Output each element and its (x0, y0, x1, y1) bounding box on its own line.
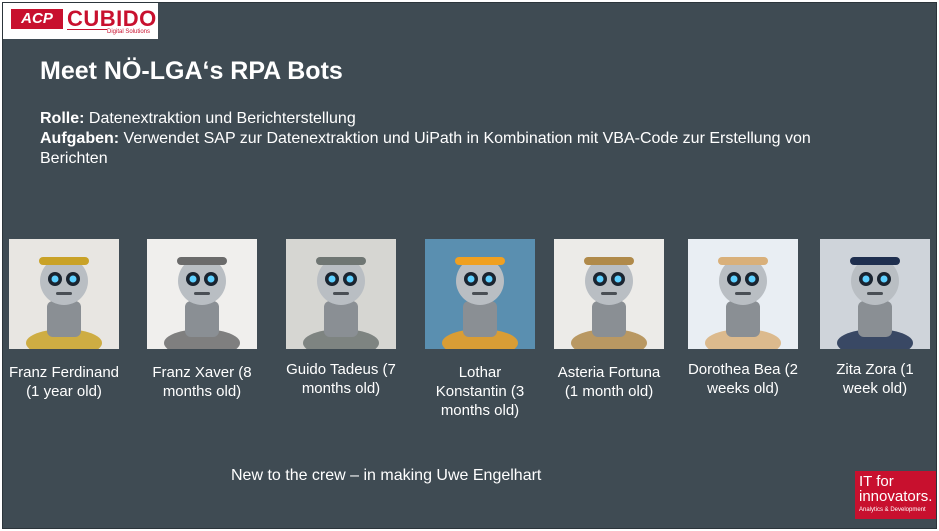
new-crew-caption: New to the crew – in making Uwe Engelhar… (231, 467, 542, 484)
bot-card: Franz Ferdinand (1 year old) (8, 239, 120, 401)
slide-description: Rolle: Datenextraktion und Berichterstel… (40, 109, 870, 169)
bot-card: Guido Tadeus (7 months old) (285, 239, 397, 398)
tasks-text: Verwendet SAP zur Datenextraktion und Ui… (40, 130, 811, 167)
bot-card: Franz Xaver (8 months old) (146, 239, 258, 401)
tasks-label: Aufgaben: (40, 130, 120, 147)
role-text: Datenextraktion und Berichterstellung (84, 110, 356, 127)
bot-card: Dorothea Bea (2 weeks old) (687, 239, 799, 398)
logo-divider (67, 29, 107, 30)
bot-card: Asteria Fortuna (1 month old) (553, 239, 665, 401)
bot-name: Franz Ferdinand (1 year old) (8, 364, 120, 400)
acp-logo-mark: ACP (11, 9, 63, 29)
bot-name: Zita Zora (1 week old) (836, 361, 914, 397)
bot-name: Guido Tadeus (7 months old) (286, 361, 396, 397)
role-line: Rolle: Datenextraktion und Berichterstel… (40, 109, 870, 129)
bot-curly-scientist-icon (688, 239, 798, 349)
badge-subtitle: Analytics & Development (859, 507, 926, 513)
bot-squid-icon (286, 239, 396, 349)
bot-card: Lothar Konstantin (3 months old) (424, 239, 536, 420)
badge-line2: innovators. (859, 488, 933, 505)
logo-subtitle: Digital Solutions (107, 29, 151, 35)
bot-steampunk-lady-icon (554, 239, 664, 349)
bot-name: Franz Xaver (8 months old) (152, 364, 252, 400)
bot-name: Asteria Fortuna (1 month old) (557, 364, 661, 400)
tasks-line: Aufgaben: Verwendet SAP zur Datenextrakt… (40, 129, 870, 169)
company-logo: ACP CUBIDO Digital Solutions (3, 3, 158, 39)
role-label: Rolle: (40, 110, 85, 127)
bot-captain-icon (820, 239, 930, 349)
bot-name: Lothar Konstantin (3 months old) (435, 364, 525, 419)
it-for-innovators-badge: IT for innovators. Analytics & Developme… (855, 471, 936, 519)
bot-composer-icon (147, 239, 257, 349)
slide: ACP CUBIDO Digital Solutions Meet NÖ-LGA… (2, 2, 937, 529)
bot-card: Zita Zora (1 week old) (819, 239, 931, 398)
slide-title: Meet NÖ-LGA‘s RPA Bots (40, 57, 343, 85)
bot-name: Dorothea Bea (2 weeks old) (687, 361, 799, 397)
bot-mustache-general-icon (9, 239, 119, 349)
bot-orange-robot-icon (425, 239, 535, 349)
